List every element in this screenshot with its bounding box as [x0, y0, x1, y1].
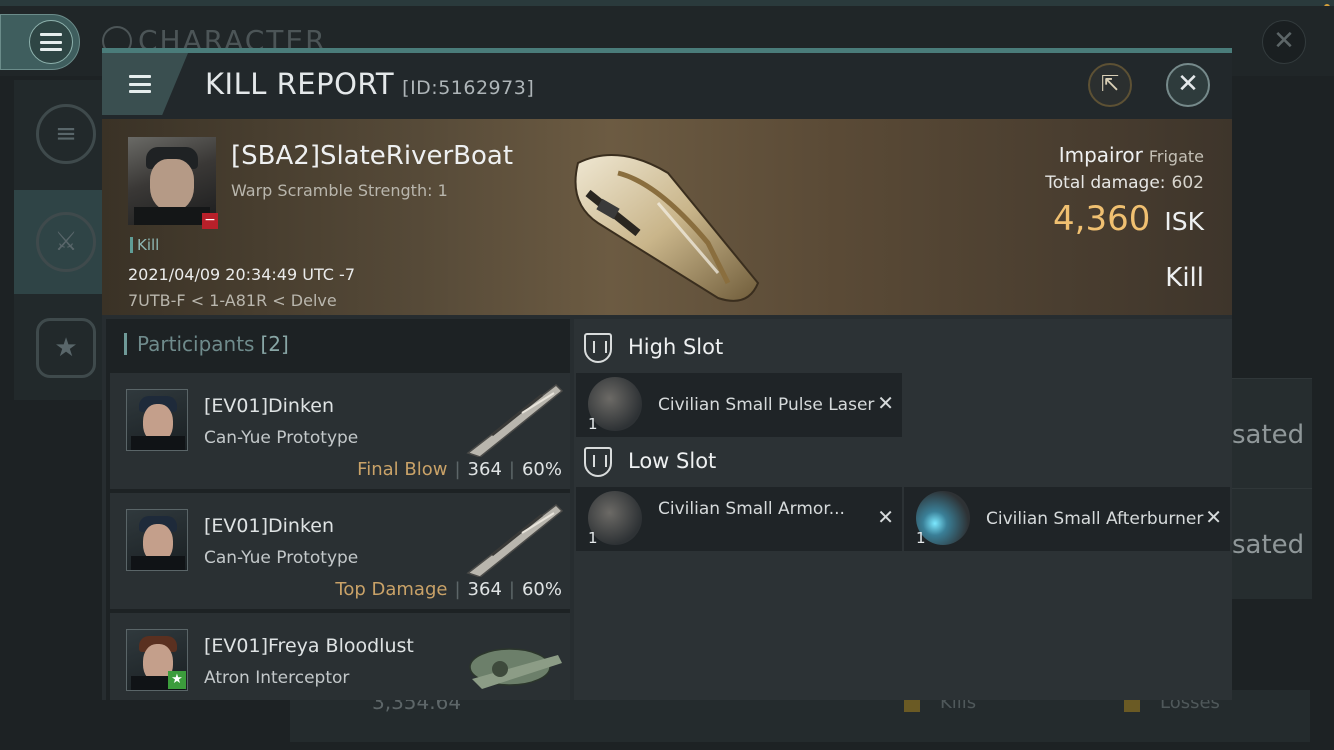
module-name: Civilian Small Afterburner — [986, 509, 1204, 529]
dialog-menu-button[interactable] — [102, 53, 188, 115]
module-name: Civilian Small Armor... — [658, 499, 845, 519]
victim-portrait[interactable] — [128, 137, 216, 225]
participant-portrait[interactable] — [126, 509, 188, 571]
victim-ship-class: Frigate — [1148, 147, 1204, 166]
participant-row[interactable]: [EV01]Dinken Can-Yue Prototype Top Damag… — [110, 493, 570, 609]
isk-unit: ISK — [1164, 207, 1204, 236]
dialog-title-text: KILL REPORT — [205, 67, 395, 101]
participant-damage: 364 — [467, 579, 502, 600]
module-name: Civilian Small Pulse Laser — [658, 395, 875, 415]
isk-value-row: 4,360 ISK — [1053, 199, 1204, 239]
participant-percent: 60% — [521, 579, 562, 600]
participant-name: [EV01]Dinken — [204, 395, 335, 417]
module-quantity: 1 — [588, 415, 598, 433]
low-slot-label: Low Slot — [628, 449, 717, 473]
participant-percent: 60% — [521, 459, 562, 480]
victim-banner: − [SBA2]SlateRiverBoat Warp Scramble Str… — [102, 119, 1232, 315]
total-damage-value: 602 — [1171, 173, 1204, 193]
destroyed-icon: ✕ — [1205, 505, 1222, 529]
victim-name: [SBA2]SlateRiverBoat — [231, 141, 514, 171]
participant-row[interactable]: ★ [EV01]Freya Bloodlust Atron Intercepto… — [110, 613, 570, 700]
victim-ship-name: Impairor — [1058, 143, 1143, 167]
module-quantity: 1 — [588, 529, 598, 547]
participant-name: [EV01]Freya Bloodlust — [204, 635, 414, 657]
share-icon: ⇱ — [1100, 72, 1120, 97]
participant-ship-image — [469, 648, 562, 689]
low-slot-header: Low Slot — [584, 447, 716, 477]
module-quantity: 1 — [916, 529, 926, 547]
participant-row[interactable]: [EV01]Dinken Can-Yue Prototype Final Blo… — [110, 373, 570, 489]
participant-tag: Top Damage — [335, 579, 448, 600]
participants-label: Participants — [137, 332, 255, 356]
high-slot-label: High Slot — [628, 335, 724, 359]
kill-location: 7UTB-F < 1-A81R < Delve — [128, 291, 337, 310]
destroyed-icon: ✕ — [877, 391, 894, 415]
total-damage-label: Total damage: — [1045, 173, 1166, 193]
main-menu-button[interactable] — [0, 14, 80, 70]
low-slot-icon — [584, 447, 612, 477]
warp-scramble-strength: Warp Scramble Strength: 1 — [231, 181, 448, 200]
dialog-title: KILL REPORT [ID:5162973] — [205, 67, 534, 101]
module-afterburner[interactable]: 1 Civilian Small Afterburner ✕ — [904, 487, 1230, 551]
participant-stats: Final Blow | 364 | 60% — [357, 459, 562, 480]
close-button[interactable]: ✕ — [1166, 63, 1210, 107]
isk-value: 4,360 — [1053, 199, 1151, 239]
participants-panel: Participants [2] [EV01]Dinken Can-Yue Pro… — [106, 319, 570, 700]
victim-ship: Impairor Frigate — [1059, 143, 1204, 167]
participant-ship-image — [466, 504, 564, 577]
module-pulse-laser[interactable]: 1 Civilian Small Pulse Laser ✕ — [576, 373, 902, 437]
participant-stats: Top Damage | 364 | 60% — [335, 579, 562, 600]
participant-name: [EV01]Dinken — [204, 515, 335, 537]
victim-ship-image — [574, 154, 760, 302]
destroyed-icon: ✕ — [877, 505, 894, 529]
close-icon: ✕ — [1177, 69, 1199, 99]
star-icon[interactable]: ★ — [36, 318, 96, 378]
background-text: sated — [1232, 420, 1305, 450]
kill-datetime: 2021/04/09 20:34:49 UTC -7 — [128, 265, 356, 284]
fitting-panel: High Slot 1 Civilian Small Pulse Laser ✕… — [574, 319, 1232, 700]
participant-damage: 364 — [467, 459, 502, 480]
participant-ship: Can-Yue Prototype — [204, 548, 359, 568]
module-armor-repairer[interactable]: 1 Civilian Small Armor... ✕ — [576, 487, 902, 551]
share-button[interactable]: ⇱ — [1088, 63, 1132, 107]
participant-ship: Can-Yue Prototype — [204, 428, 359, 448]
kill-result: Kill — [1165, 263, 1204, 293]
dialog-header: KILL REPORT [ID:5162973] ⇱ ✕ — [102, 53, 1232, 119]
combat-icon[interactable]: ⚔ — [36, 212, 96, 272]
participant-ship-image — [466, 384, 564, 457]
high-slot-header: High Slot — [584, 333, 723, 363]
participants-count: [2] — [260, 332, 289, 356]
background-text: sated — [1232, 530, 1305, 560]
high-slot-icon — [584, 333, 612, 363]
participant-tag: Final Blow — [357, 459, 448, 480]
report-id: [ID:5162973] — [402, 77, 535, 99]
menu-icon — [40, 33, 62, 51]
star-icon: ★ — [168, 671, 186, 689]
hostile-badge: − — [202, 213, 218, 229]
kill-tag: Kill — [130, 237, 159, 253]
kill-report-dialog: KILL REPORT [ID:5162973] ⇱ ✕ − [SBA2]Slat… — [102, 48, 1232, 700]
character-close-button[interactable]: ✕ — [1262, 20, 1306, 64]
total-damage: Total damage: 602 — [1045, 173, 1204, 193]
participant-ship: Atron Interceptor — [204, 668, 350, 688]
participant-portrait[interactable] — [126, 389, 188, 451]
list-icon[interactable]: ≡ — [36, 104, 96, 164]
participants-header: Participants [2] — [124, 333, 289, 355]
menu-icon — [129, 75, 151, 93]
